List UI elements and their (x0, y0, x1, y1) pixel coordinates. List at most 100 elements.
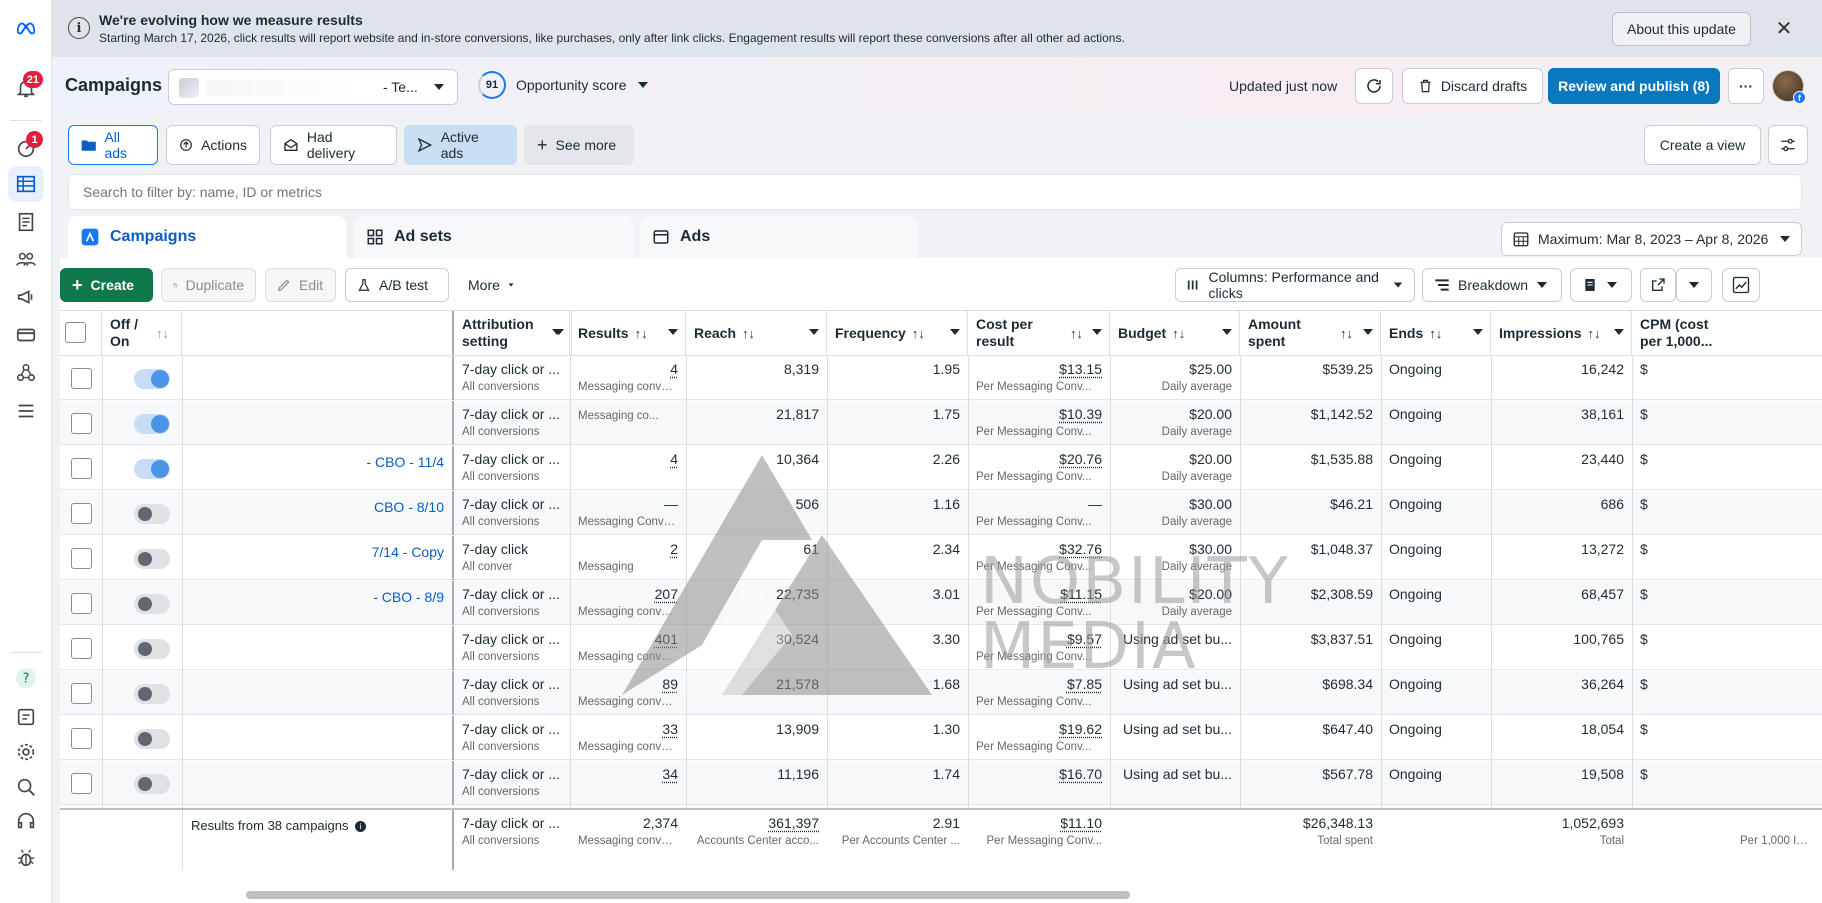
tab-ads[interactable]: Ads (640, 216, 918, 258)
table-row[interactable]: 7-day click or ... All conversions 34 11,19… (60, 761, 1822, 805)
campaign-on-off-toggle[interactable] (134, 729, 170, 749)
notifications-bell-icon[interactable]: 21 (8, 70, 44, 106)
table-row[interactable]: 7-day click or ... All conversions 89 Messa… (60, 671, 1822, 715)
scrollbar-thumb[interactable] (246, 891, 1130, 899)
campaign-on-off-toggle[interactable] (134, 684, 170, 704)
export-options-dropdown[interactable] (1676, 268, 1712, 302)
opportunity-score-dropdown[interactable]: 91 Opportunity score (478, 71, 649, 99)
refresh-button[interactable] (1355, 68, 1393, 104)
header-amount-spent[interactable]: Amount spent ↑↓ (1240, 311, 1381, 355)
campaign-name-link[interactable]: 7/14 - Copy (372, 544, 444, 560)
meta-logo-icon[interactable] (8, 10, 44, 46)
row-checkbox[interactable] (71, 458, 92, 479)
totals-reach-value[interactable]: 361,397 (768, 815, 819, 831)
results-value[interactable]: 89 (662, 676, 678, 692)
page-inbox-icon[interactable] (8, 699, 44, 735)
campaign-on-off-toggle[interactable] (134, 549, 170, 569)
all-tools-menu-icon[interactable] (8, 393, 44, 429)
cpr-value[interactable]: $13.15 (1059, 361, 1102, 377)
cpr-value[interactable]: $11.15 (1060, 586, 1102, 602)
business-assets-icon[interactable] (8, 355, 44, 391)
tab-ad-sets[interactable]: Ad sets (354, 216, 634, 258)
select-all-checkbox[interactable] (65, 322, 86, 343)
cpr-value[interactable]: $16.70 (1059, 766, 1102, 782)
header-frequency[interactable]: Frequency ↑↓ (827, 311, 968, 355)
tab-campaigns[interactable]: Campaigns (68, 216, 346, 258)
discard-drafts-button[interactable]: Discard drafts (1402, 68, 1543, 104)
campaign-name-cell[interactable] (182, 401, 452, 445)
report-bug-icon[interactable] (8, 840, 44, 876)
columns-dropdown[interactable]: Columns: Performance and clicks (1175, 268, 1415, 302)
create-button[interactable]: + Create (60, 268, 153, 302)
cpr-value[interactable]: $7.85 (1067, 676, 1102, 692)
header-cpm[interactable]: CPM (cost per 1,000... (1632, 311, 1822, 355)
duplicate-button[interactable]: Duplicate (161, 268, 256, 302)
billing-card-icon[interactable] (8, 317, 44, 353)
results-value[interactable]: 401 (655, 631, 678, 647)
header-reach[interactable]: Reach ↑↓ (686, 311, 827, 355)
settings-gear-icon[interactable] (8, 734, 44, 770)
more-actions-dropdown[interactable]: More (456, 268, 526, 302)
search-filter-bar[interactable] (68, 174, 1802, 210)
account-overview-gauge-icon[interactable]: 1 (8, 130, 44, 166)
results-value[interactable]: 4 (670, 361, 678, 377)
campaign-name-cell[interactable]: 7/14 - Copy (182, 536, 452, 580)
cpr-value[interactable]: $19.62 (1059, 721, 1102, 737)
horizontal-scrollbar[interactable] (60, 888, 1822, 903)
search-input[interactable] (83, 184, 1787, 200)
header-budget[interactable]: Budget ↑↓ (1110, 311, 1240, 355)
campaign-name-cell[interactable]: - CBO - 11/4 (182, 446, 452, 490)
view-active-ads[interactable]: Active ads (404, 125, 517, 165)
row-checkbox[interactable] (71, 638, 92, 659)
campaign-on-off-toggle[interactable] (134, 774, 170, 794)
campaign-name-link[interactable]: CBO - 8/10 (374, 499, 444, 515)
search-icon[interactable] (8, 769, 44, 805)
table-row[interactable]: - CBO - 8/9 7-day click or ... All convers… (60, 581, 1822, 625)
ad-account-selector[interactable]: - Te... (168, 69, 458, 105)
view-settings-button[interactable] (1768, 125, 1808, 165)
row-checkbox[interactable] (71, 773, 92, 794)
row-checkbox[interactable] (71, 728, 92, 749)
campaign-name-link[interactable]: - CBO - 8/9 (373, 589, 444, 605)
info-icon[interactable]: i (355, 821, 367, 832)
cpr-value[interactable]: $10.39 (1059, 406, 1102, 422)
row-checkbox[interactable] (71, 683, 92, 704)
cpr-value[interactable]: $20.76 (1059, 451, 1102, 467)
charts-toggle-button[interactable] (1722, 268, 1760, 302)
header-attribution[interactable]: Attribution setting (452, 311, 570, 355)
row-checkbox[interactable] (71, 413, 92, 434)
campaign-on-off-toggle[interactable] (134, 369, 170, 389)
more-options-button[interactable]: ··· (1728, 68, 1764, 104)
close-icon[interactable]: ✕ (1770, 14, 1798, 42)
campaign-name-cell[interactable]: - CBO - 8/9 (182, 581, 452, 625)
results-value[interactable]: 207 (655, 586, 678, 602)
review-and-publish-button[interactable]: Review and publish (8) (1548, 68, 1720, 104)
advertising-megaphone-icon[interactable] (8, 279, 44, 315)
campaign-name-cell[interactable] (182, 716, 452, 760)
export-button[interactable] (1640, 268, 1676, 302)
campaign-name-cell[interactable] (182, 356, 452, 400)
campaign-name-cell[interactable] (182, 626, 452, 670)
results-value[interactable]: 2 (670, 541, 678, 557)
campaign-name-link[interactable]: - CBO - 11/4 (366, 454, 444, 470)
row-checkbox[interactable] (71, 503, 92, 524)
create-a-view-button[interactable]: Create a view (1644, 125, 1761, 165)
table-row[interactable]: CBO - 8/10 7-day click or ... All conversi… (60, 491, 1822, 535)
table-row[interactable]: 7-day click or ... All conversions 401 Mess… (60, 626, 1822, 670)
campaign-on-off-toggle[interactable] (134, 414, 170, 434)
support-headset-icon[interactable] (8, 803, 44, 839)
campaign-on-off-toggle[interactable] (134, 639, 170, 659)
ab-test-button[interactable]: A/B test (345, 268, 449, 302)
about-this-update-button[interactable]: About this update (1612, 12, 1751, 46)
table-row[interactable]: 7-day click or ... All conversions Messagi… (60, 401, 1822, 445)
results-value[interactable]: 34 (662, 766, 678, 782)
cpr-value[interactable]: $32.76 (1059, 541, 1102, 557)
table-row[interactable]: 7-day click or ... All conversions 4 Messag… (60, 356, 1822, 400)
results-value[interactable]: 4 (670, 451, 678, 467)
campaign-name-cell[interactable] (182, 761, 452, 805)
campaigns-table-icon[interactable] (8, 166, 44, 202)
results-value[interactable]: 33 (662, 721, 678, 737)
campaign-on-off-toggle[interactable] (134, 504, 170, 524)
view-had-delivery[interactable]: Had delivery (270, 125, 397, 165)
audiences-icon[interactable] (8, 241, 44, 277)
